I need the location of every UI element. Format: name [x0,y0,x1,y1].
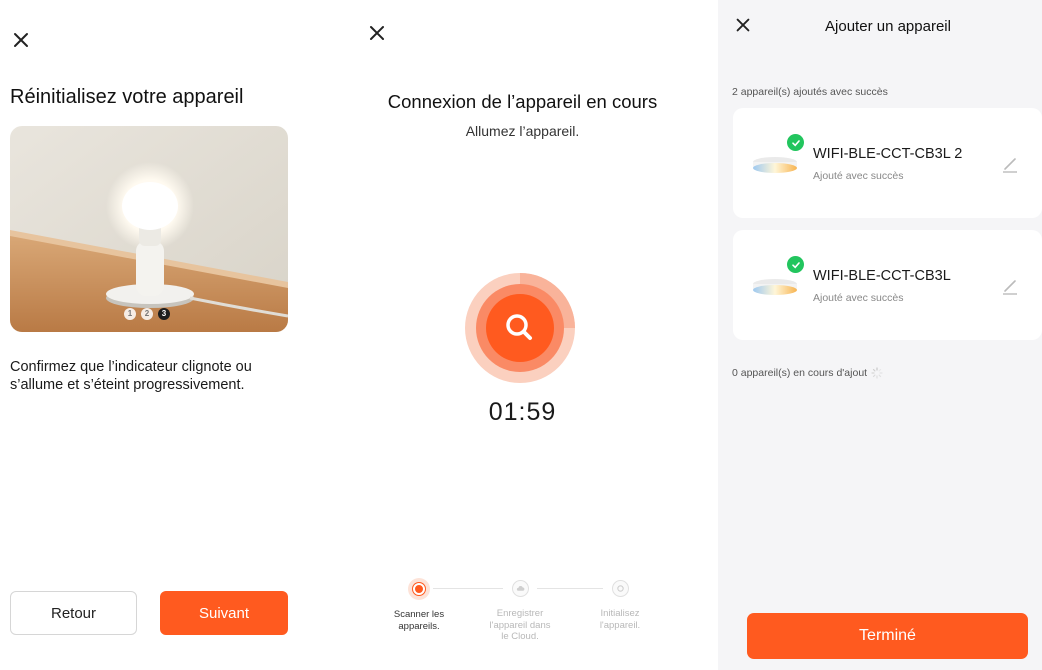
connecting-screen: Connexion de l’appareil en cours Allumez… [350,0,695,670]
progress-step-scan: Scanner les appareils. [384,578,454,632]
ceiling-lamp-icon [751,270,799,306]
image-step-dot: 2 [141,308,153,320]
device-status: Ajouté avec succès [813,170,904,182]
page-title: Réinitialisez votre appareil [10,86,244,108]
page-title: Ajouter un appareil [825,18,951,35]
image-step-indicator: 1 2 3 [124,308,170,320]
device-name: WIFI-BLE-CCT-CB3L [813,268,951,284]
loading-spinner-icon [871,367,883,379]
pencil-icon[interactable] [1000,274,1020,296]
device-card[interactable]: WIFI-BLE-CCT-CB3L 2 Ajouté avec succès [733,108,1042,218]
page-subtitle: Allumez l’appareil. [465,123,580,139]
next-button[interactable]: Suivant [160,591,288,635]
countdown-timer: 01:59 [488,398,557,426]
close-icon[interactable] [366,22,388,44]
page-title: Connexion de l’appareil en cours [387,91,658,112]
pending-count: 0 appareil(s) en cours d'ajout [732,367,883,379]
cloud-icon [511,580,529,597]
lamp-photo [10,126,288,332]
instruction-text: Confirmez que l’indicateur clignote ou s… [10,359,252,393]
step-label: Enregistrer l'appareil dans le Cloud. [489,608,551,642]
init-icon [611,580,629,597]
reset-device-screen: Réinitialisez votre appareil 1 2 3 Confi… [0,0,300,670]
pending-count-text: 0 appareil(s) en cours d'ajout [732,367,868,379]
image-step-dot: 1 [124,308,136,320]
progress-step-init: Initialisez l'appareil. [586,580,654,631]
check-icon [787,134,804,151]
image-step-dot-active: 3 [158,308,170,320]
device-name: WIFI-BLE-CCT-CB3L 2 [813,146,963,162]
add-device-screen: Ajouter un appareil 2 appareil(s) ajouté… [718,0,1042,670]
step-label: Initialisez l'appareil. [599,608,641,631]
device-card[interactable]: WIFI-BLE-CCT-CB3L Ajouté avec succès [733,230,1042,340]
back-button[interactable]: Retour [10,591,137,635]
scanning-animation [464,272,576,384]
device-status: Ajouté avec succès [813,292,904,304]
success-count-text: 2 appareil(s) ajoutés avec succès [732,86,888,98]
pencil-icon[interactable] [1000,152,1020,174]
progress-step-cloud: Enregistrer l'appareil dans le Cloud. [486,580,554,643]
close-icon[interactable] [10,29,32,51]
ceiling-lamp-icon [751,148,799,184]
check-icon [787,256,804,273]
step-label: Scanner les appareils. [393,609,445,632]
step-active-icon [408,578,430,600]
done-button[interactable]: Terminé [747,613,1028,659]
